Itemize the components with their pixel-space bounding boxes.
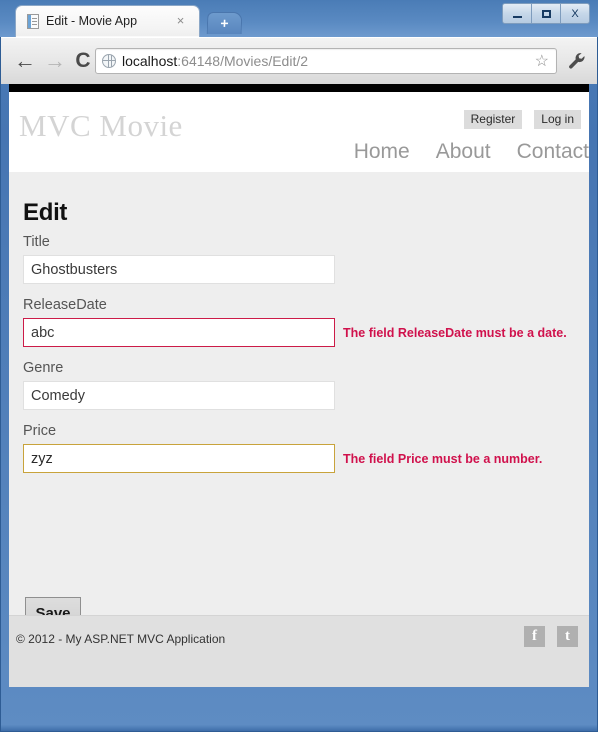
- site-header: MVC Movie Register Log in Home About Con…: [9, 92, 589, 210]
- globe-icon: [102, 54, 116, 68]
- nav-item-about[interactable]: About: [436, 140, 491, 164]
- close-icon: X: [571, 7, 579, 20]
- new-tab-button[interactable]: +: [206, 12, 243, 34]
- browser-window: Edit - Movie App × + X ← → C localhost:6…: [0, 0, 598, 732]
- minimize-button[interactable]: [502, 3, 532, 24]
- window-bottom-edge: [1, 725, 597, 731]
- nav-item-contact[interactable]: Contact: [517, 140, 589, 164]
- url-host: localhost: [122, 53, 178, 69]
- top-black-bar: [9, 84, 589, 92]
- page-icon: [25, 14, 40, 30]
- forward-button[interactable]: →: [41, 47, 69, 75]
- input-genre[interactable]: [23, 381, 335, 410]
- back-button[interactable]: ←: [11, 47, 39, 75]
- input-title[interactable]: [23, 255, 335, 284]
- tab-title: Edit - Movie App: [46, 14, 138, 28]
- label-price: Price: [23, 423, 57, 439]
- error-releasedate: The field ReleaseDate must be a date.: [343, 326, 567, 340]
- input-price[interactable]: [23, 444, 335, 473]
- social-links: f t: [524, 626, 578, 647]
- login-link[interactable]: Log in: [534, 110, 581, 129]
- error-price: The field Price must be a number.: [343, 452, 543, 466]
- plus-icon: +: [220, 15, 229, 31]
- site-brand[interactable]: MVC Movie: [19, 108, 183, 144]
- copyright-text: © 2012 - My ASP.NET MVC Application: [16, 632, 226, 646]
- main-nav: Home About Contact: [354, 140, 589, 164]
- label-genre: Genre: [23, 360, 64, 376]
- auth-links: Register Log in: [463, 110, 581, 129]
- window-controls: X: [502, 3, 590, 24]
- nav-item-home[interactable]: Home: [354, 140, 410, 164]
- close-window-button[interactable]: X: [560, 3, 590, 24]
- url-path: :64148/Movies/Edit/2: [177, 53, 309, 69]
- browser-toolbar: ← → C localhost:64148/Movies/Edit/2 ☆: [1, 37, 597, 84]
- bookmark-star-icon[interactable]: ☆: [535, 53, 549, 70]
- register-link[interactable]: Register: [463, 110, 523, 129]
- label-title: Title: [23, 234, 50, 250]
- page-title: Edit: [23, 199, 68, 226]
- page-viewport: MVC Movie Register Log in Home About Con…: [9, 84, 589, 687]
- browser-tab[interactable]: Edit - Movie App ×: [15, 5, 200, 37]
- site-footer: © 2012 - My ASP.NET MVC Application f t: [9, 615, 589, 687]
- page-content: Edit Title ReleaseDate The field Release…: [9, 172, 589, 597]
- address-bar[interactable]: localhost:64148/Movies/Edit/2 ☆: [95, 48, 557, 74]
- close-tab-icon[interactable]: ×: [174, 14, 187, 27]
- wrench-menu-icon[interactable]: [567, 51, 587, 71]
- maximize-button[interactable]: [531, 3, 561, 24]
- tab-strip: Edit - Movie App × + X: [0, 0, 598, 37]
- url-text: localhost:64148/Movies/Edit/2: [122, 53, 308, 69]
- input-releasedate[interactable]: [23, 318, 335, 347]
- reload-button[interactable]: C: [69, 47, 97, 75]
- label-releasedate: ReleaseDate: [23, 297, 107, 313]
- facebook-icon[interactable]: f: [524, 626, 545, 647]
- twitter-icon[interactable]: t: [557, 626, 578, 647]
